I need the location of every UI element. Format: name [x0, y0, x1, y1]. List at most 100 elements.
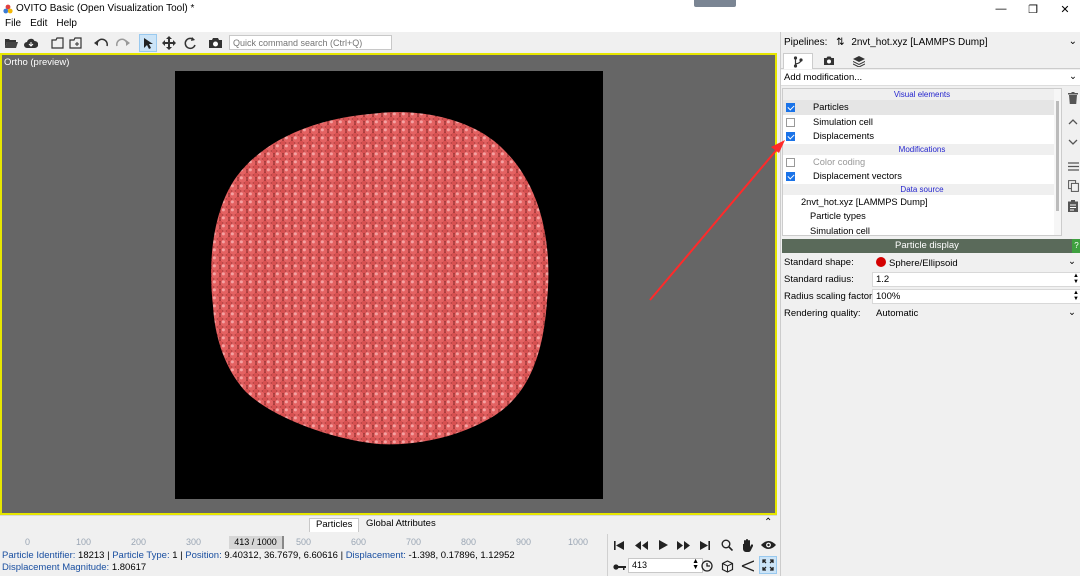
pipeline-item[interactable]: Displacement vectors	[783, 169, 1061, 184]
copy-icon[interactable]	[1065, 178, 1080, 194]
play-icon[interactable]	[654, 536, 672, 554]
rendering-quality-row: Rendering quality: Automatic ⌄	[781, 305, 1080, 322]
next-frame-icon[interactable]	[674, 536, 692, 554]
pipeline-selector[interactable]: Pipelines: ⇅ 2nvt_hot.xyz [LAMMPS Dump] …	[781, 32, 1080, 53]
status-key: Particle Identifier:	[2, 550, 76, 561]
pipeline-item-label: Simulation cell	[810, 225, 870, 236]
pipeline-item-label: Displacements	[813, 131, 874, 141]
zoom-all-icon[interactable]	[759, 556, 777, 574]
standard-shape-label: Standard shape:	[784, 257, 854, 268]
title-bar: OVITO Basic (Open Visualization Tool) * …	[0, 0, 1080, 18]
move-icon[interactable]	[160, 34, 178, 52]
timeline-tick: 500	[296, 537, 312, 547]
status-line-1: Particle Identifier: 18213 | Particle Ty…	[2, 550, 607, 562]
save-session-icon[interactable]	[66, 34, 84, 52]
pipeline-item[interactable]: 2nvt_hot.xyz [LAMMPS Dump]	[783, 195, 1061, 210]
viewport-ortho[interactable]: Ortho (preview)	[0, 53, 777, 515]
menu-file[interactable]: File	[5, 18, 21, 30]
particle-cluster	[211, 112, 549, 445]
pipeline-item-checkbox[interactable]	[786, 172, 795, 181]
tab-particles[interactable]: Particles	[309, 518, 360, 532]
chevron-down-icon[interactable]	[1065, 134, 1080, 150]
undo-icon[interactable]	[92, 34, 110, 52]
chevron-down-icon[interactable]: ⌄	[1068, 256, 1076, 267]
add-modification-dropdown[interactable]: Add modification... ⌄	[781, 70, 1080, 86]
restore-button[interactable]: ❐	[1017, 0, 1049, 18]
delete-trash-icon[interactable]	[1065, 90, 1080, 106]
snap-handle[interactable]	[694, 0, 736, 7]
tab-overlays[interactable]	[844, 53, 874, 69]
selection-mode-icon[interactable]	[139, 34, 157, 52]
pick-orbit-center-icon[interactable]	[718, 557, 736, 575]
pipeline-icon: ⇅	[836, 37, 845, 48]
chevron-up-icon[interactable]	[1065, 114, 1080, 130]
spinner-arrows-icon[interactable]: ▲ ▼	[1073, 273, 1079, 285]
timeline-tick: 700	[406, 537, 422, 547]
orbit-eye-icon[interactable]	[759, 536, 777, 554]
spinner-arrows-icon[interactable]: ▲ ▼	[1073, 290, 1079, 302]
pipeline-selected-name[interactable]: 2nvt_hot.xyz [LAMMPS Dump]	[851, 37, 987, 48]
pipeline-item[interactable]: Particles	[783, 100, 1061, 115]
pipeline-item-checkbox[interactable]	[786, 103, 795, 112]
load-session-icon[interactable]	[48, 34, 66, 52]
close-button[interactable]: ✕	[1049, 0, 1080, 18]
group-lines-icon[interactable]	[1065, 158, 1080, 174]
presets-clipboard-icon[interactable]	[1065, 198, 1080, 214]
open-file-icon[interactable]	[2, 34, 20, 52]
pipeline-item[interactable]: Particle types	[783, 209, 1061, 224]
minimize-button[interactable]: —	[985, 0, 1017, 18]
pan-hand-icon[interactable]	[738, 536, 756, 554]
frame-spinner[interactable]: 413 ▲ ▼	[628, 558, 703, 573]
pipeline-item-checkbox[interactable]	[786, 157, 795, 167]
rotate-icon[interactable]	[181, 34, 199, 52]
rendering-quality-select[interactable]: Automatic ⌄	[872, 306, 1080, 321]
render-frame	[175, 71, 603, 499]
radius-scaling-field[interactable]: 100% ▲ ▼	[872, 289, 1080, 304]
main-toolbar	[0, 32, 780, 54]
standard-shape-value: Sphere/Ellipsoid	[889, 258, 958, 269]
rendering-quality-value: Automatic	[876, 308, 919, 319]
previous-frame-icon[interactable]	[632, 536, 650, 554]
pipeline-editor-list[interactable]: Visual elements Particles Simulation cell D…	[782, 88, 1062, 236]
animation-settings-clock-icon[interactable]	[698, 557, 716, 575]
chevron-up-icon[interactable]: ⌃	[764, 517, 772, 528]
pipeline-item-checkbox[interactable]	[786, 117, 795, 127]
camera-icon[interactable]	[206, 34, 224, 52]
tab-render[interactable]	[814, 53, 844, 69]
menu-edit[interactable]: Edit	[30, 18, 47, 30]
help-button[interactable]: ?	[1072, 239, 1080, 253]
tab-global-attributes[interactable]: Global Attributes	[360, 518, 442, 532]
animation-timeline[interactable]: 0 100 200 300 413 / 1000 500 600 700 800…	[0, 534, 607, 551]
pipeline-item[interactable]: Displacements	[783, 129, 1061, 144]
standard-radius-field[interactable]: 1.2 ▲ ▼	[872, 272, 1080, 287]
pipeline-item-checkbox[interactable]	[786, 132, 795, 141]
tab-pipeline-editor[interactable]	[783, 53, 813, 69]
redo-icon[interactable]	[114, 34, 132, 52]
pipeline-item[interactable]: Simulation cell	[783, 224, 1061, 236]
quick-command-search[interactable]	[229, 35, 392, 50]
timeline-tick: 300	[186, 537, 202, 547]
menu-help[interactable]: Help	[56, 18, 77, 30]
chevron-down-icon[interactable]: ⌄	[1068, 307, 1076, 318]
jump-end-icon[interactable]	[696, 536, 714, 554]
viewport-caption[interactable]: Ortho (preview)	[4, 57, 69, 68]
radius-scaling-value: 100%	[876, 291, 901, 302]
field-of-view-icon[interactable]	[738, 557, 756, 575]
status-value: 18213 |	[75, 550, 113, 561]
key-icon[interactable]	[610, 558, 628, 576]
pipeline-item[interactable]: Simulation cell	[783, 115, 1061, 130]
pipeline-item-label: Displacement vectors	[813, 171, 902, 181]
scrollbar-thumb[interactable]	[1056, 101, 1059, 211]
timeline-current-frame[interactable]: 413 / 1000	[229, 536, 284, 549]
jump-start-icon[interactable]	[610, 536, 628, 554]
pipeline-item-label: Particles	[813, 102, 849, 112]
chevron-down-icon[interactable]: ⌄	[1069, 36, 1077, 47]
pipeline-item[interactable]: Color coding	[783, 155, 1061, 170]
pipeline-item-label: Simulation cell	[813, 116, 873, 127]
cloud-download-icon[interactable]	[22, 34, 40, 52]
standard-radius-value: 1.2	[876, 274, 890, 285]
chevron-down-icon[interactable]: ⌄	[1069, 71, 1077, 82]
pipeline-scrollbar[interactable]	[1054, 89, 1061, 235]
zoom-icon[interactable]	[718, 536, 736, 554]
standard-shape-select[interactable]: Sphere/Ellipsoid ⌄	[872, 255, 1080, 270]
